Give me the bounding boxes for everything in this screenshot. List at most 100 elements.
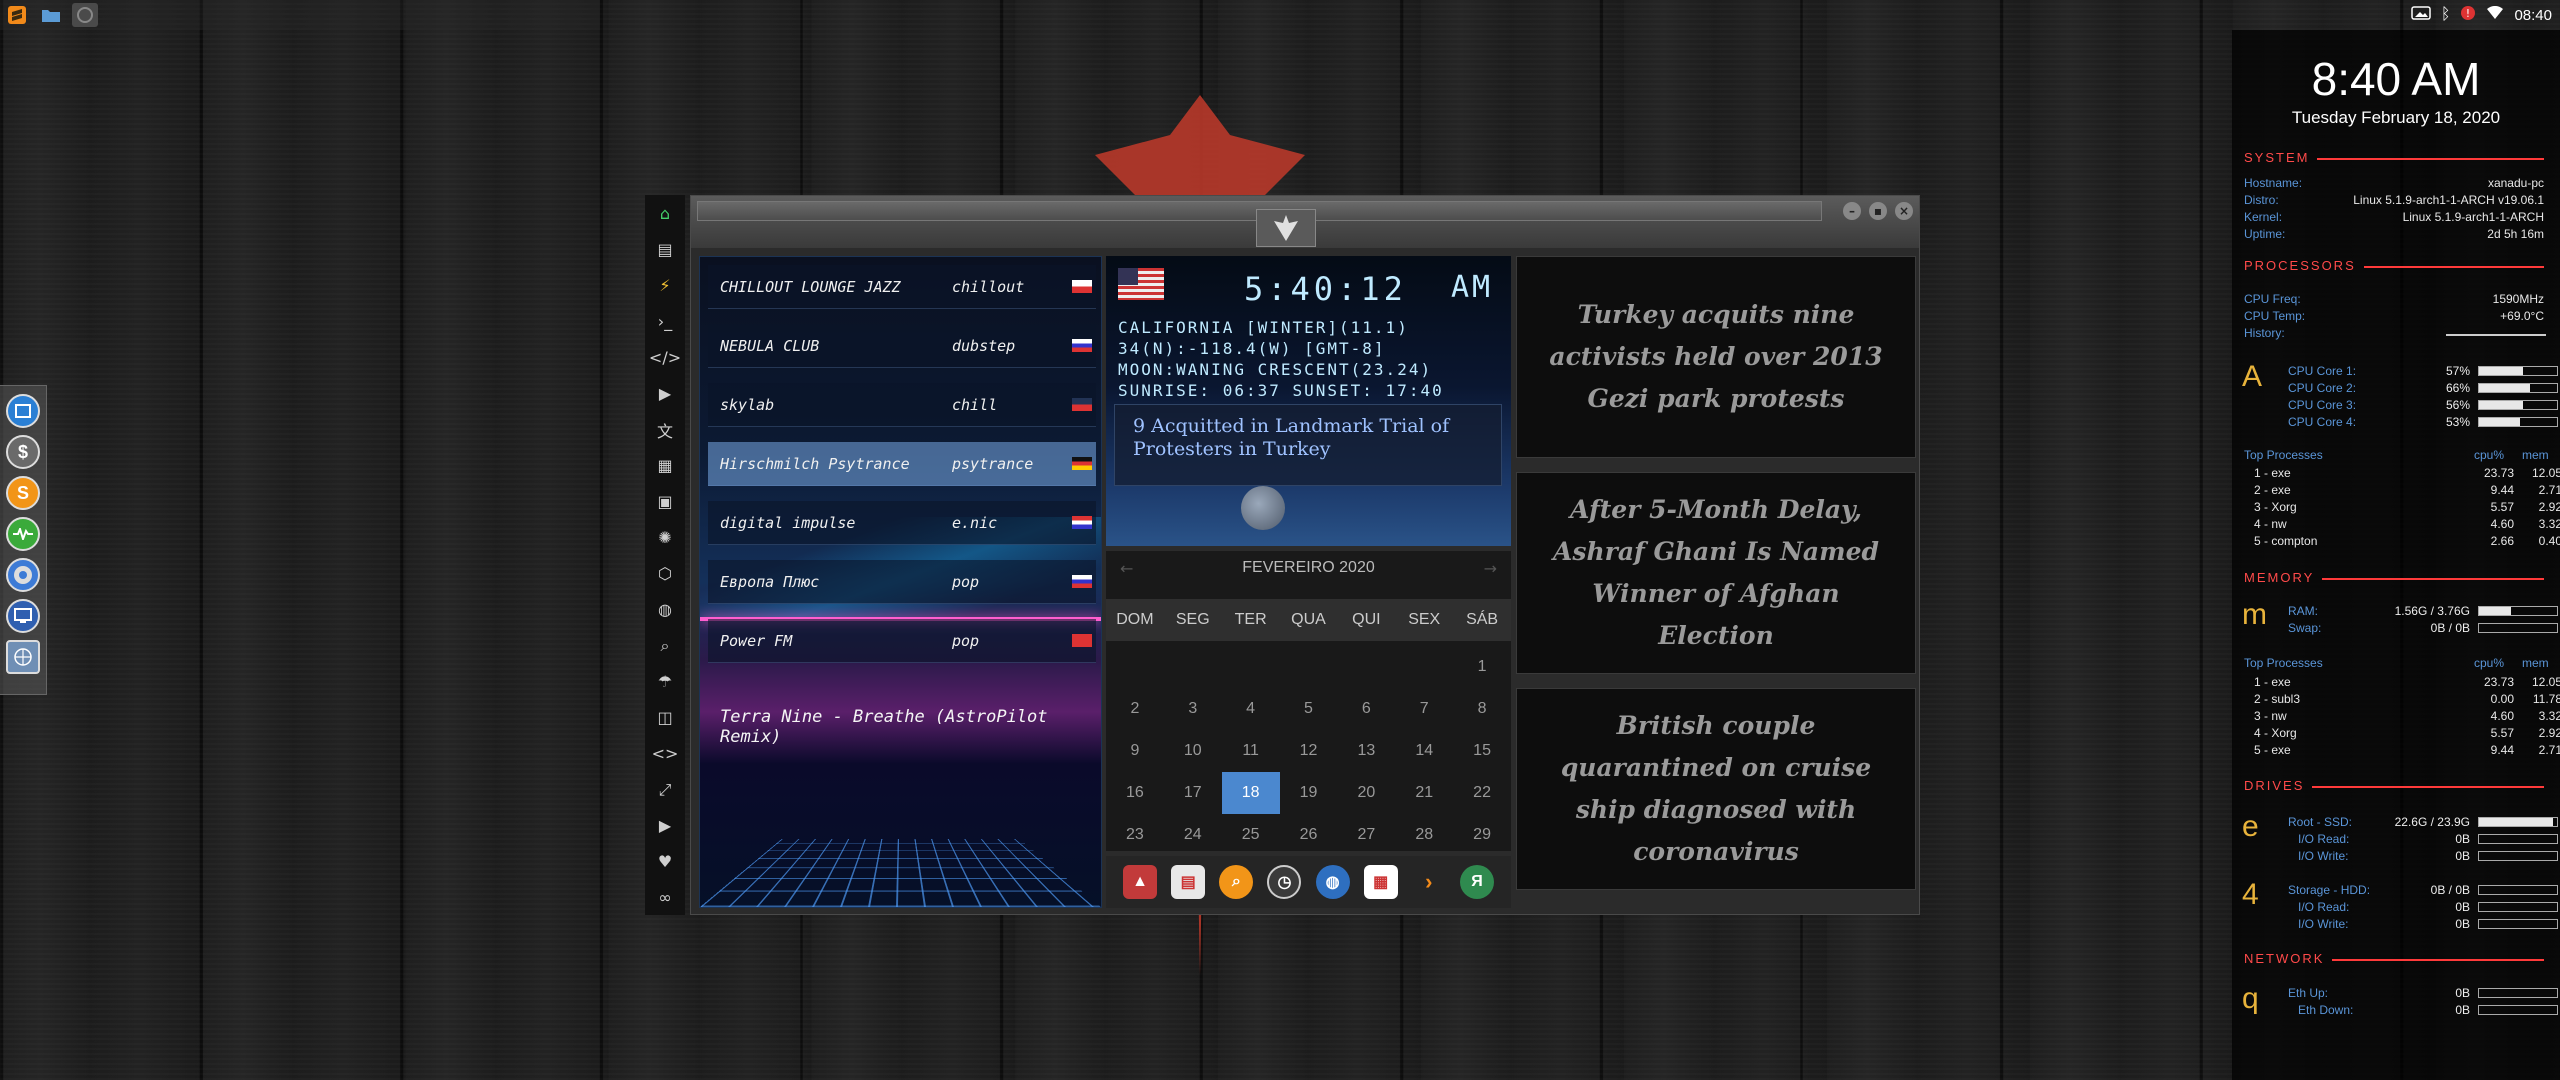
news-card[interactable]: 9 Acquitted in Landmark Trial of Protest… <box>1114 404 1502 486</box>
maximize-button[interactable]: ▪ <box>1869 202 1887 220</box>
process-row: 2 - exe 9.44 2.71 <box>2254 483 2560 497</box>
skype-like-icon[interactable]: S <box>6 476 40 510</box>
lightning-icon[interactable]: ⚡ <box>653 273 677 298</box>
calendar-day[interactable]: 25 <box>1222 814 1280 856</box>
window-manager-icon[interactable] <box>6 394 40 428</box>
next-month-icon[interactable]: → <box>1484 559 1497 578</box>
clock-app-icon[interactable]: ◷ <box>1267 865 1302 899</box>
calendar-day[interactable]: 21 <box>1395 772 1453 814</box>
calendar-app-icon[interactable]: ▦ <box>1363 865 1398 899</box>
minimize-button[interactable]: – <box>1843 202 1861 220</box>
calendar-day[interactable]: 15 <box>1453 730 1511 772</box>
search-icon[interactable]: ⌕ <box>653 633 677 658</box>
code-tags-icon[interactable]: <> <box>652 741 679 766</box>
calendar-today[interactable]: 18 <box>1221 772 1280 814</box>
notes-app-icon[interactable]: ▤ <box>1171 865 1206 899</box>
calendar-day[interactable]: 4 <box>1222 688 1280 730</box>
calendar-day[interactable]: 10 <box>1164 730 1222 772</box>
calendar-day[interactable]: 11 <box>1222 730 1280 772</box>
swap-usage: Swap: 0B / 0B <box>2288 621 2558 636</box>
update-alert-icon[interactable]: ! <box>2460 5 2476 25</box>
calendar-day[interactable]: 29 <box>1453 814 1511 856</box>
radio-station-item[interactable]: digital impulse e.nic <box>708 501 1096 545</box>
headline-card[interactable]: British couple quarantined on cruise shi… <box>1516 688 1916 890</box>
clock-coordinates: 34(N):-118.4(W) [GMT-8] <box>1118 339 1386 358</box>
contact-icon[interactable]: ◫ <box>653 705 677 730</box>
close-button[interactable]: × <box>1895 202 1913 220</box>
code-icon[interactable]: </> <box>649 345 681 370</box>
radio-station-item[interactable]: Hirschmilch Psytrance psytrance <box>708 442 1096 486</box>
app-sidebar: ⌂ ▤ ⚡ ›_ </> ▶ 文 ▦ ▣ ✺ ⬡ ◍ ⌕ ☂ ◫ <> ⤢ ▶ … <box>645 195 685 915</box>
headline-card[interactable]: Turkey acquits nine activists held over … <box>1516 256 1916 458</box>
globe-app-icon[interactable] <box>6 640 40 674</box>
calendar-day[interactable]: 3 <box>1164 688 1222 730</box>
arch-app-icon[interactable]: ▲ <box>1123 865 1158 899</box>
station-name: Hirschmilch Psytrance <box>720 454 910 473</box>
heart-icon[interactable]: ♥ <box>653 849 677 874</box>
chrome-icon[interactable] <box>6 558 40 592</box>
headline-card[interactable]: After 5-Month Delay, Ashraf Ghani Is Nam… <box>1516 472 1916 674</box>
calendar-day[interactable]: 6 <box>1337 688 1395 730</box>
umbrella-icon[interactable]: ☂ <box>653 669 677 694</box>
process-row: 1 - exe 23.73 12.05 <box>2254 466 2560 480</box>
file-manager-icon[interactable] <box>38 3 64 27</box>
clock-sun: SUNRISE: 06:37 SUNSET: 17:40 <box>1118 381 1444 400</box>
calendar-day[interactable]: 14 <box>1395 730 1453 772</box>
hexagon-icon[interactable]: ⬡ <box>653 561 677 586</box>
home-icon[interactable]: ⌂ <box>653 201 677 226</box>
rebel-icon[interactable]: ✺ <box>653 525 677 550</box>
calendar-day[interactable]: 7 <box>1395 688 1453 730</box>
finance-app-icon[interactable]: $ <box>6 435 40 469</box>
magnifier-app-icon[interactable]: ⌕ <box>1219 865 1254 899</box>
radio-station-item[interactable]: Power FM pop <box>708 619 1096 663</box>
news-icon[interactable]: ▣ <box>653 489 677 514</box>
calendar-day[interactable]: 27 <box>1337 814 1395 856</box>
desktop-app-icon[interactable] <box>6 599 40 633</box>
radio-station-item[interactable]: skylab chill <box>708 383 1096 427</box>
radio-station-item[interactable]: CHILLOUT LOUNGE JAZZ chillout <box>708 265 1096 309</box>
drive-root-read: I/O Read: 0B <box>2288 832 2558 847</box>
expand-icon[interactable]: ⤢ <box>653 777 677 802</box>
window-titlebar[interactable]: – ▪ × <box>691 196 1919 248</box>
sublime-app-icon[interactable]: › <box>1412 865 1446 899</box>
document-icon[interactable]: ▤ <box>653 237 677 262</box>
system-monitor-icon[interactable] <box>6 517 40 551</box>
translate-icon[interactable]: 文 <box>653 417 677 442</box>
calendar-day[interactable]: 26 <box>1280 814 1338 856</box>
screenshot-icon[interactable] <box>2411 5 2431 25</box>
calendar-day[interactable]: 8 <box>1453 688 1511 730</box>
link-icon[interactable]: ∞ <box>653 885 677 910</box>
active-app-icon[interactable] <box>72 3 98 27</box>
calendar-day[interactable]: 24 <box>1164 814 1222 856</box>
calendar-day[interactable]: 23 <box>1106 814 1164 856</box>
calendar-day[interactable]: 5 <box>1280 688 1338 730</box>
calendar-day[interactable]: 22 <box>1453 772 1511 814</box>
calendar-day[interactable]: 28 <box>1395 814 1453 856</box>
yandex-app-icon[interactable]: Я <box>1459 865 1494 899</box>
web-app-icon[interactable]: ◍ <box>1315 865 1350 899</box>
bluetooth-icon[interactable]: ᛒ <box>2441 6 2451 24</box>
play-icon[interactable]: ▶ <box>653 381 677 406</box>
calendar-day[interactable]: 16 <box>1106 772 1164 814</box>
calendar-day[interactable]: 9 <box>1106 730 1164 772</box>
radio-station-item[interactable]: NEBULA CLUB dubstep <box>708 324 1096 368</box>
terminal-icon[interactable]: ›_ <box>653 309 677 334</box>
sublime-launcher-icon[interactable] <box>4 3 30 27</box>
youtube-icon[interactable]: ▶ <box>653 813 677 838</box>
globe-icon[interactable]: ◍ <box>653 597 677 622</box>
tray-clock[interactable]: 08:40 <box>2514 7 2552 24</box>
calendar-day[interactable]: 1 <box>1453 646 1511 688</box>
calendar-day[interactable]: 19 <box>1280 772 1338 814</box>
calendar-day[interactable]: 13 <box>1337 730 1395 772</box>
wifi-icon[interactable] <box>2486 5 2504 24</box>
calendar-day <box>1222 646 1280 688</box>
radio-station-item[interactable]: Европа Плюс pop <box>708 560 1096 604</box>
radio-station-panel: CHILLOUT LOUNGE JAZZ chillout NEBULA CLUB d… <box>699 256 1102 908</box>
process-row: 2 - subl3 0.00 11.78 <box>2254 692 2560 706</box>
image-icon[interactable]: ▦ <box>653 453 677 478</box>
calendar-day[interactable]: 12 <box>1280 730 1338 772</box>
calendar-day[interactable]: 20 <box>1337 772 1395 814</box>
calendar-day[interactable]: 17 <box>1164 772 1222 814</box>
uk-flag-icon <box>1072 398 1092 411</box>
calendar-day[interactable]: 2 <box>1106 688 1164 730</box>
